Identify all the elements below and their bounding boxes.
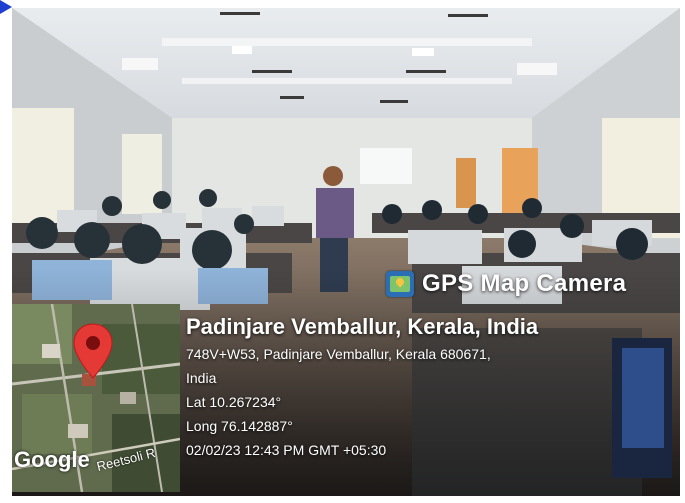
address-line-2: India	[186, 370, 217, 386]
photo-stage: Google Reetsoli R GPS Map Camera Padinja…	[0, 0, 685, 503]
app-name: GPS Map Camera	[422, 270, 627, 297]
datetime: 02/02/23 12:43 PM GMT +05:30	[186, 442, 387, 458]
corner-arrow-icon	[0, 0, 12, 14]
latitude: Lat 10.267234°	[186, 394, 282, 410]
place-name: Padinjare Vemballur, Kerala, India	[186, 314, 539, 339]
longitude: Long 76.142887°	[186, 418, 293, 434]
address-line-1: 748V+W53, Padinjare Vemballur, Kerala 68…	[186, 346, 491, 362]
google-logo: Google	[14, 447, 90, 472]
gps-map-camera-icon	[386, 271, 414, 297]
geotag-info: Padinjare Vemballur, Kerala, India 748V+…	[186, 312, 538, 462]
gps-stamp-header: GPS Map Camera	[386, 266, 626, 302]
map-pin-icon	[73, 323, 113, 379]
